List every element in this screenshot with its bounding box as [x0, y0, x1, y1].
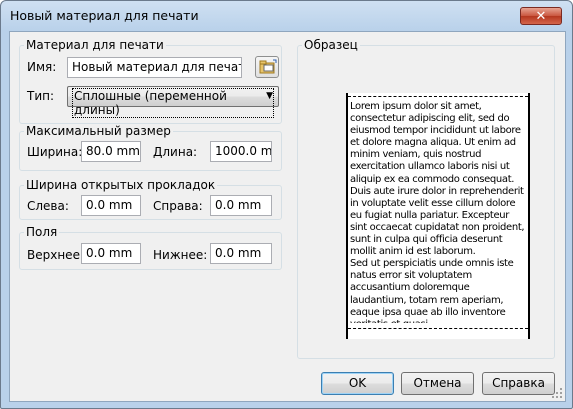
margins-group-label: Поля: [24, 225, 60, 239]
cancel-button[interactable]: Отмена: [401, 372, 474, 395]
dialog-body: Материал для печати Имя: Новый материал …: [9, 31, 566, 402]
width-input[interactable]: 80.0 mm: [81, 141, 141, 162]
top-margin-input[interactable]: 0.0 mm: [81, 243, 141, 264]
right-gap-input[interactable]: 0.0 mm: [210, 195, 272, 216]
browse-button[interactable]: [255, 56, 279, 78]
bottom-margin-input[interactable]: 0.0 mm: [210, 243, 272, 264]
dialog-window: Новый материал для печати ✕ Материал для…: [0, 0, 573, 409]
right-gap-label: Справа:: [153, 199, 203, 213]
bottom-margin-line: [348, 328, 528, 329]
top-margin-label: Верхнее:: [27, 248, 84, 262]
resize-grip-icon[interactable]: [551, 387, 563, 399]
max-size-group-label: Максимальный размер: [24, 124, 173, 138]
ok-button[interactable]: OK: [321, 372, 394, 395]
browse-folder-icon: [259, 59, 277, 74]
help-button[interactable]: Справка: [482, 372, 555, 395]
gaps-group-label: Ширина открытых прокладок: [24, 178, 218, 192]
left-gap-input[interactable]: 0.0 mm: [81, 195, 141, 216]
preview-text: Lorem ipsum dolor sit amet, consectetur …: [350, 101, 528, 323]
title-bar[interactable]: Новый материал для печати ✕: [1, 1, 572, 33]
bottom-margin-label: Нижнее:: [153, 248, 208, 262]
width-label: Ширина:: [27, 145, 83, 159]
preview-group-label: Образец: [302, 38, 360, 52]
close-icon: ✕: [535, 9, 547, 24]
type-select[interactable]: Сплошные (переменной длины) ▼: [67, 86, 279, 118]
left-gap-label: Слева:: [27, 199, 69, 213]
length-label: Длина:: [153, 145, 198, 159]
top-margin-line: [348, 96, 528, 97]
preview-page: Lorem ipsum dolor sit amet, consectetur …: [346, 93, 530, 339]
window-title: Новый материал для печати: [10, 8, 199, 23]
name-label: Имя:: [27, 60, 57, 74]
name-input[interactable]: Новый материал для печати: [67, 57, 242, 78]
type-select-value: Сплошные (переменной длины): [72, 88, 274, 118]
close-button[interactable]: ✕: [520, 7, 562, 25]
preview-paragraph-2: Sed ut perspiciatis unde omnis iste natu…: [350, 258, 514, 323]
chevron-down-icon: ▼: [266, 91, 273, 101]
type-label: Тип:: [27, 89, 55, 103]
length-input[interactable]: 1000.0 mm: [210, 141, 272, 162]
material-group-label: Материал для печати: [24, 38, 166, 52]
preview-paragraph-1: Lorem ipsum dolor sit amet, consectetur …: [350, 101, 525, 258]
